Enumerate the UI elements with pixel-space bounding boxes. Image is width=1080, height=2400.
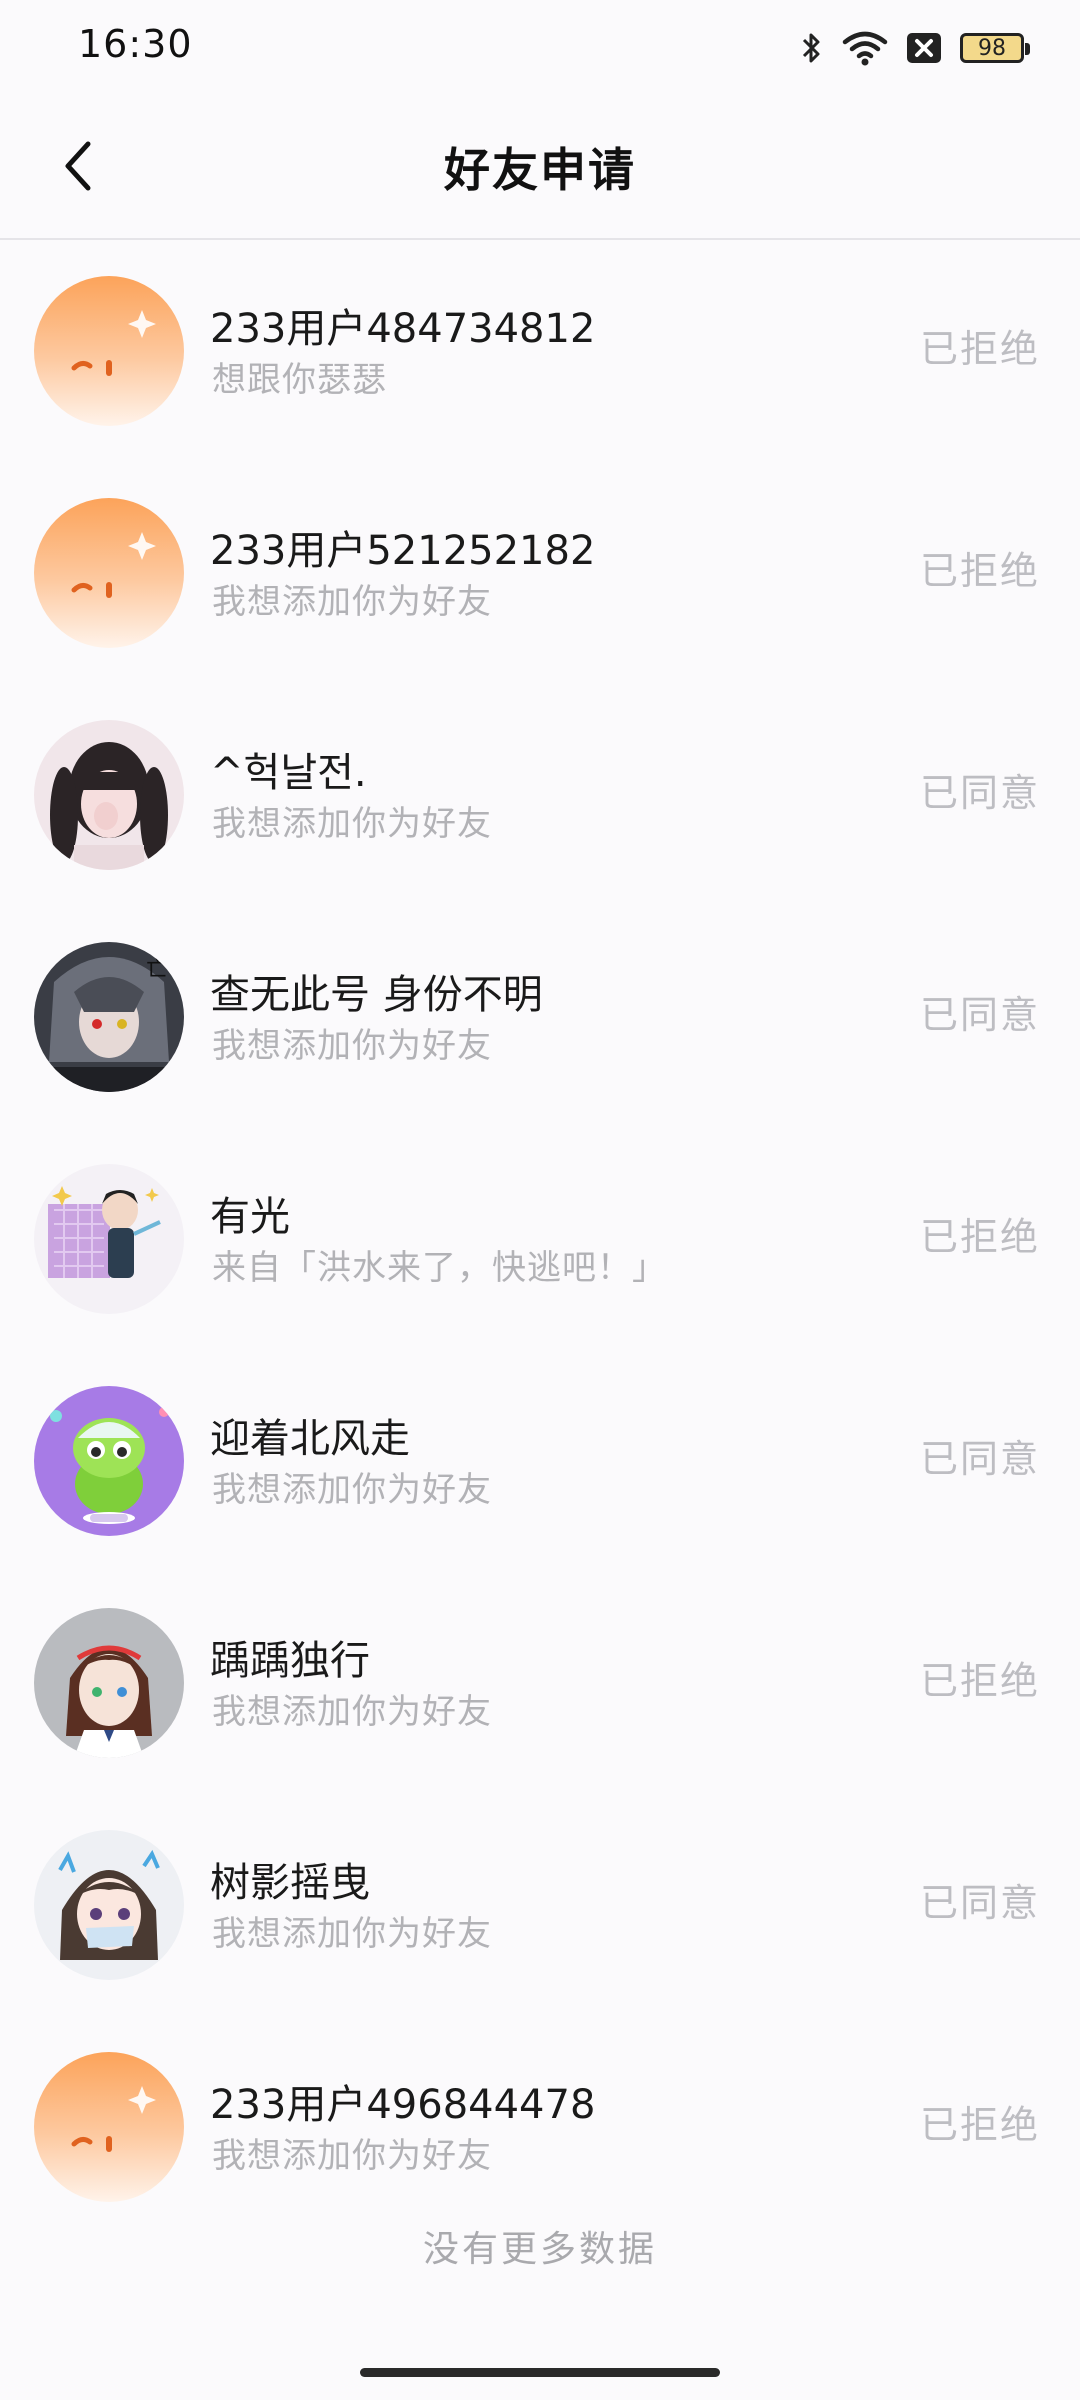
- friend-request-item[interactable]: 树影摇曳 我想添加你为好友 已同意: [0, 1794, 1080, 2016]
- request-name: 迎着北风走: [210, 1416, 410, 1462]
- anime-avatar: 亡: [34, 942, 184, 1092]
- request-message: 来自「洪水来了，快逃吧！」: [212, 1248, 667, 1288]
- avatar: 亡: [34, 942, 184, 1092]
- request-status: 已同意: [919, 993, 1040, 1037]
- avatar: [34, 720, 184, 870]
- avatar: [34, 1830, 184, 1980]
- request-status: 已同意: [919, 771, 1040, 815]
- avatar: [34, 1608, 184, 1758]
- battery-level: 98: [978, 35, 1006, 61]
- no-sim-icon: [907, 33, 941, 63]
- anime-avatar: [34, 1164, 184, 1314]
- no-more-data-text: 没有更多数据: [422, 2229, 657, 2270]
- request-status: 已拒绝: [919, 2103, 1040, 2147]
- request-status: 已拒绝: [919, 1659, 1040, 1703]
- home-indicator[interactable]: [360, 2368, 720, 2377]
- status-bar: 16:30 98: [0, 0, 1080, 96]
- status-time: 16:30: [78, 22, 193, 66]
- request-status: 已拒绝: [919, 1215, 1040, 1259]
- request-name: ^헉날전.: [210, 750, 367, 796]
- friend-request-item[interactable]: 233用户521252182 我想添加你为好友 已拒绝: [0, 462, 1080, 684]
- request-status: 已拒绝: [919, 327, 1040, 371]
- request-name: 踽踽独行: [210, 1638, 370, 1684]
- friend-request-item[interactable]: 踽踽独行 我想添加你为好友 已拒绝: [0, 1572, 1080, 1794]
- avatar: [34, 276, 184, 426]
- request-name: 233用户484734812: [210, 306, 596, 352]
- avatar: [34, 1386, 184, 1536]
- friend-request-list: 233用户484734812 想跟你瑟瑟 已拒绝 233用户521252182 …: [0, 240, 1080, 2238]
- friend-request-item[interactable]: 亡 查无此号 身份不明 我想添加你为好友 已同意: [0, 906, 1080, 1128]
- request-message: 我想添加你为好友: [212, 582, 492, 622]
- photo-avatar: [34, 720, 184, 870]
- avatar: [34, 498, 184, 648]
- request-message: 我想添加你为好友: [212, 1026, 492, 1066]
- battery-icon: 98: [960, 33, 1030, 63]
- request-status: 已同意: [919, 1437, 1040, 1481]
- friend-request-item[interactable]: 有光 来自「洪水来了，快逃吧！」 已拒绝: [0, 1128, 1080, 1350]
- wifi-icon: [842, 31, 888, 66]
- request-name: 查无此号 身份不明: [210, 972, 543, 1018]
- friend-request-item[interactable]: 233用户496844478 我想添加你为好友 已拒绝: [0, 2016, 1080, 2238]
- request-name: 树影摇曳: [210, 1860, 370, 1906]
- request-message: 我想添加你为好友: [212, 2136, 492, 2176]
- default-avatar-icon: [34, 276, 184, 426]
- request-message: 想跟你瑟瑟: [212, 360, 387, 400]
- default-avatar-icon: [34, 2052, 184, 2202]
- friend-request-item[interactable]: 233用户484734812 想跟你瑟瑟 已拒绝: [0, 240, 1080, 462]
- nav-bar: 好友申请: [0, 96, 1080, 240]
- page-title: 好友申请: [444, 143, 636, 197]
- request-status: 已同意: [919, 1881, 1040, 1925]
- request-message: 我想添加你为好友: [212, 1470, 492, 1510]
- request-message: 我想添加你为好友: [212, 1914, 492, 1954]
- character-avatar: [34, 1386, 184, 1536]
- anime-avatar: [34, 1830, 184, 1980]
- default-avatar-icon: [34, 498, 184, 648]
- bluetooth-icon: [802, 33, 820, 63]
- svg-text:亡: 亡: [146, 957, 168, 982]
- request-name: 233用户521252182: [210, 528, 596, 574]
- anime-avatar: [34, 1608, 184, 1758]
- request-message: 我想添加你为好友: [212, 1692, 492, 1732]
- friend-request-item[interactable]: ^헉날전. 我想添加你为好友 已同意: [0, 684, 1080, 906]
- friend-request-item[interactable]: 迎着北风走 我想添加你为好友 已同意: [0, 1350, 1080, 1572]
- avatar: [34, 1164, 184, 1314]
- request-name: 有光: [210, 1194, 290, 1240]
- avatar: [34, 2052, 184, 2202]
- request-status: 已拒绝: [919, 549, 1040, 593]
- status-icons: 98: [800, 26, 1030, 70]
- request-name: 233用户496844478: [210, 2082, 596, 2128]
- request-message: 我想添加你为好友: [212, 804, 492, 844]
